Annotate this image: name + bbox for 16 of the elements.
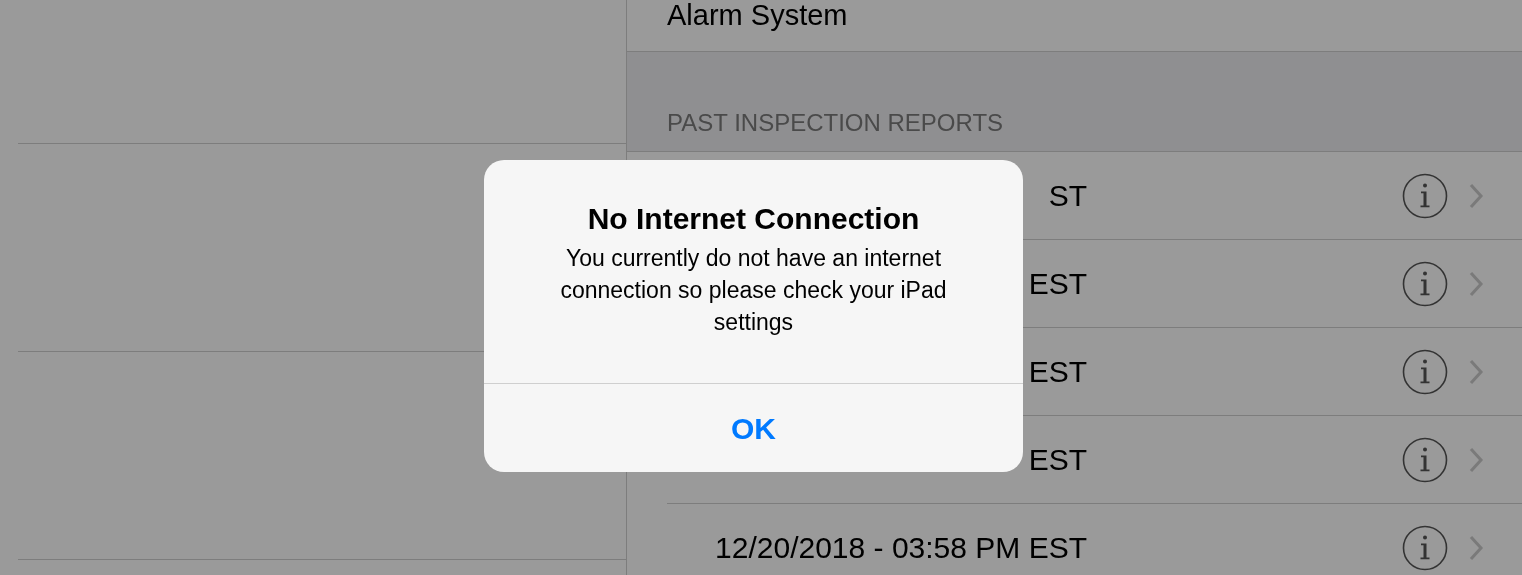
ok-button[interactable]: OK <box>484 384 1023 472</box>
chevron-icon <box>1468 181 1484 210</box>
info-icon[interactable] <box>1402 172 1448 219</box>
chevron-icon <box>1468 269 1484 298</box>
section-header: PAST INSPECTION REPORTS <box>667 109 1004 137</box>
alert-title: No Internet Connection <box>587 201 920 237</box>
alert-message: You currently do not have an internet connection so please check your iPad settings <box>559 244 948 337</box>
info-icon[interactable] <box>1402 348 1448 395</box>
chevron-icon <box>1468 445 1484 474</box>
info-icon[interactable] <box>1402 436 1448 483</box>
report-date[interactable]: 12/20/2018 - 03:58 PM EST <box>667 525 1087 570</box>
row-label: Alarm System <box>667 0 848 30</box>
chevron-icon <box>1468 357 1484 386</box>
info-icon[interactable] <box>1402 260 1448 307</box>
chevron-icon <box>1468 533 1484 562</box>
info-icon[interactable] <box>1402 524 1448 571</box>
